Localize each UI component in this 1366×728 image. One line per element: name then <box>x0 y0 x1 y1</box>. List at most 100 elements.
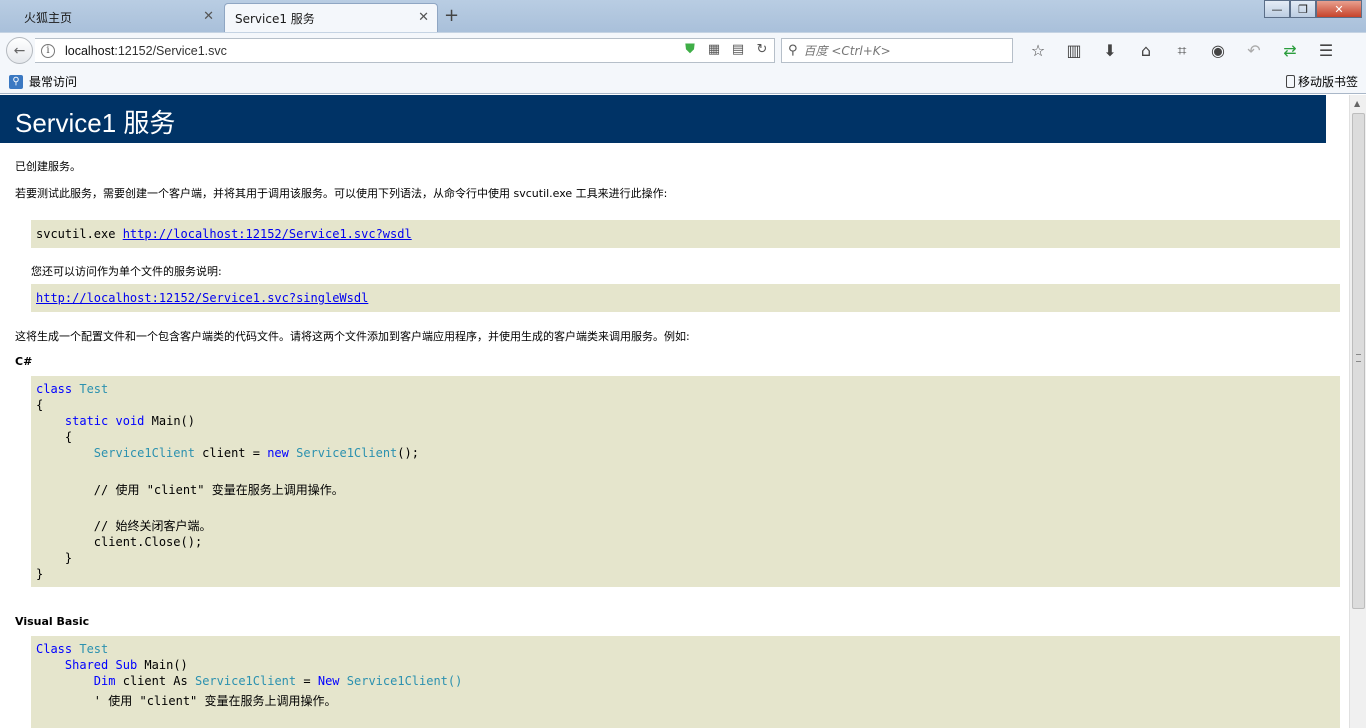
info-icon[interactable]: i <box>41 43 55 58</box>
code-line: client.Close(); <box>36 535 202 549</box>
keyword: new <box>267 446 289 460</box>
keyword: class <box>36 382 73 396</box>
keyword: Dim <box>93 674 116 688</box>
scroll-up-arrow-icon[interactable]: ▲ <box>1354 99 1360 108</box>
method-name: Main() <box>144 658 188 672</box>
mobile-bookmarks-label: 移动版书签 <box>1297 75 1358 89</box>
tab-strip: 火狐主页 ✕ Service1 服务 ✕ + — ❐ ✕ <box>0 0 1366 32</box>
generate-note: 这将生成一个配置文件和一个包含客户端类的代码文件。请将这两个文件添加到客户端应用… <box>15 330 690 343</box>
method-name: Main() <box>151 414 195 428</box>
chat-icon[interactable]: ◉ <box>1200 41 1236 61</box>
svcutil-line: svcutil.exe http://localhost:12152/Servi… <box>36 227 412 241</box>
most-visited-bookmark[interactable]: ⚲ 最常访问 <box>9 73 77 90</box>
intro-text: 若要测试此服务，需要创建一个客户端，并将其用于调用该服务。可以使用下列语法，从命… <box>15 187 668 200</box>
code-text: = <box>303 674 311 688</box>
keyword: Sub <box>115 658 138 672</box>
code-comment: // 使用 "client" 变量在服务上调用操作。 <box>36 481 344 498</box>
code-line: Dim client As Service1Client = New Servi… <box>36 674 463 688</box>
url-text[interactable]: localhost:12152/Service1.svc <box>65 44 227 58</box>
star-icon[interactable]: ☆ <box>1020 41 1056 61</box>
tab-firefox-home[interactable]: 火狐主页 ✕ <box>6 3 222 32</box>
comment-text: // 始终关闭客户端。 <box>93 519 212 533</box>
code-line: { <box>36 430 72 444</box>
service-created-text: 已创建服务。 <box>15 160 81 173</box>
type-name: Service1Client() <box>346 674 463 688</box>
new-tab-button[interactable]: + <box>444 5 459 26</box>
window-controls: — ❐ ✕ <box>1264 0 1362 18</box>
vertical-scrollbar[interactable]: ▲ <box>1349 95 1366 728</box>
type-name: Service1Client <box>296 446 398 460</box>
comment-text: ' 使用 "client" 变量在服务上调用操作。 <box>93 694 337 708</box>
type-name: Test <box>79 382 109 396</box>
code-line: Service1Client client = new Service1Clie… <box>36 446 419 460</box>
type-name: Service1Client <box>93 446 195 460</box>
close-tab-icon[interactable]: ✕ <box>418 10 429 25</box>
home-icon[interactable]: ⌂ <box>1128 41 1164 61</box>
code-text: client = <box>194 446 268 460</box>
wsdl-link[interactable]: http://localhost:12152/Service1.svc?wsdl <box>123 227 412 241</box>
download-icon[interactable]: ⬇ <box>1092 41 1128 61</box>
close-window-button[interactable]: ✕ <box>1316 0 1362 18</box>
keyword: Shared <box>64 658 109 672</box>
tab-label: 火狐主页 <box>24 11 73 25</box>
maximize-button[interactable]: ❐ <box>1290 0 1316 18</box>
keyword: static <box>64 414 109 428</box>
url-bar-icons: ⛊ ▦ ▤ ↻ <box>682 42 770 58</box>
page-title: Service1 服务 <box>0 95 1326 143</box>
search-bar[interactable]: ⚲ 百度 <Ctrl+K> <box>781 38 1013 63</box>
csharp-code-box: class Test { static void Main() { Servic… <box>31 376 1340 587</box>
type-name: Service1Client <box>194 674 297 688</box>
keyword: New <box>317 674 340 688</box>
shield-icon[interactable]: ⛊ <box>682 42 698 58</box>
url-bar[interactable]: i localhost:12152/Service1.svc ⛊ ▦ ▤ ↻ <box>35 38 775 63</box>
reader-view-icon[interactable]: ▤ <box>730 42 746 58</box>
bookmark-icon: ⚲ <box>9 74 23 89</box>
code-line: Shared Sub Main() <box>36 658 188 672</box>
search-placeholder: 百度 <Ctrl+K> <box>803 44 891 58</box>
code-comment: // 始终关闭客户端。 <box>36 517 212 534</box>
code-line: { <box>36 398 44 412</box>
code-line: static void Main() <box>36 414 195 428</box>
bookmarks-toolbar: ⚲ 最常访问 移动版书签 <box>0 67 1366 94</box>
undo-icon[interactable]: ↶ <box>1236 41 1272 61</box>
code-line: class Test <box>36 382 108 396</box>
reload-icon[interactable]: ↻ <box>754 42 770 58</box>
keyword: Class <box>36 642 73 656</box>
code-comment: ' 使用 "client" 变量在服务上调用操作。 <box>36 692 337 709</box>
single-wsdl-line: http://localhost:12152/Service1.svc?sing… <box>36 291 368 305</box>
reading-list-icon[interactable]: ▥ <box>1056 41 1092 61</box>
svcutil-command: svcutil.exe <box>36 227 123 241</box>
search-icon: ⚲ <box>788 43 798 58</box>
scrollbar-thumb[interactable] <box>1352 113 1365 609</box>
scrollbar-grip <box>1356 354 1361 362</box>
single-wsdl-link[interactable]: http://localhost:12152/Service1.svc?sing… <box>36 291 368 305</box>
brace: { <box>64 430 73 444</box>
url-host: localhost <box>65 43 115 58</box>
single-file-note: 您还可以访问作为单个文件的服务说明: <box>31 265 222 278</box>
brace: } <box>64 551 73 565</box>
page-content: Service1 服务 已创建服务。 若要测试此服务，需要创建一个客户端，并将其… <box>0 95 1349 728</box>
minimize-button[interactable]: — <box>1264 0 1290 18</box>
menu-icon[interactable]: ☰ <box>1308 41 1344 61</box>
keyword: void <box>115 414 145 428</box>
code-line: } <box>36 567 44 581</box>
tab-label: Service1 服务 <box>235 11 315 26</box>
code-text: client.Close(); <box>93 535 203 549</box>
vb-code-box: Class Test Shared Sub Main() Dim client … <box>31 636 1340 728</box>
mobile-bookmarks[interactable]: 移动版书签 <box>1285 73 1358 90</box>
toolbar-icons: ☆ ▥ ⬇ ⌂ ⌗ ◉ ↶ ⇄ ☰ <box>1020 41 1344 61</box>
screenshot-icon[interactable]: ⌗ <box>1164 41 1200 61</box>
comment-text: // 使用 "client" 变量在服务上调用操作。 <box>93 483 344 497</box>
phone-icon <box>1285 75 1295 88</box>
tab-service1[interactable]: Service1 服务 ✕ <box>224 3 438 32</box>
sync-icon[interactable]: ⇄ <box>1272 41 1308 61</box>
bookmark-label: 最常访问 <box>29 75 78 89</box>
code-text: client As <box>122 674 188 688</box>
close-tab-icon[interactable]: ✕ <box>203 9 214 24</box>
url-path: :12152/Service1.svc <box>114 43 227 58</box>
code-text: (); <box>397 446 419 460</box>
code-line: } <box>36 551 72 565</box>
single-wsdl-code-box: http://localhost:12152/Service1.svc?sing… <box>31 284 1340 312</box>
qr-code-icon[interactable]: ▦ <box>706 42 722 58</box>
back-button[interactable]: ← <box>6 37 33 64</box>
